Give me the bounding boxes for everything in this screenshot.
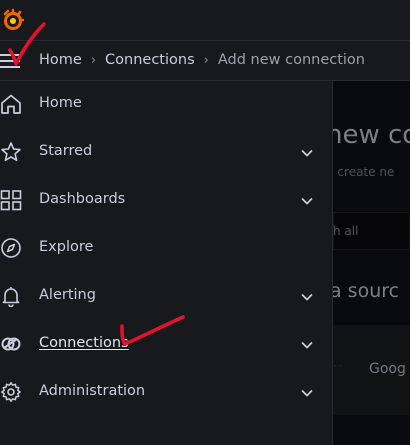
nav-label-administration: Administration [39, 383, 146, 399]
nav-item-starred[interactable]: Starred [0, 129, 333, 177]
star-icon [1, 142, 21, 162]
breadcrumb: Home › Connections › Add new connection [39, 52, 365, 68]
chevron-down-icon[interactable] [300, 290, 314, 304]
nav-item-home[interactable]: Home [0, 81, 333, 129]
menu-backdrop-overlay[interactable] [333, 81, 410, 445]
breadcrumb-current: Add new connection [217, 52, 365, 68]
link-icon [1, 337, 21, 351]
chevron-down-icon[interactable] [300, 146, 314, 160]
gear-icon [1, 382, 21, 402]
nav-item-administration[interactable]: Administration [0, 369, 333, 417]
breadcrumb-separator-icon: › [203, 52, 209, 68]
nav-label-dashboards: Dashboards [39, 191, 126, 207]
home-icon [1, 94, 21, 114]
nav-label-home: Home [39, 95, 82, 111]
compass-icon [1, 238, 21, 258]
nav-label-alerting: Alerting [39, 287, 96, 303]
side-menu: Home Starred Dashboards Explore Alerting… [0, 81, 333, 445]
nav-label-starred: Starred [39, 143, 93, 159]
chevron-down-icon[interactable] [300, 386, 314, 400]
nav-label-explore: Explore [39, 239, 94, 255]
breadcrumb-connections[interactable]: Connections [105, 52, 195, 68]
chevron-down-icon[interactable] [300, 338, 314, 352]
annotation-checkmark [120, 315, 185, 346]
bell-icon [2, 287, 20, 307]
top-bar [0, 0, 410, 40]
breadcrumb-separator-icon: › [90, 52, 97, 68]
dashboards-grid-icon [0, 190, 22, 211]
nav-item-dashboards[interactable]: Dashboards [0, 177, 333, 225]
breadcrumb-bar: Home › Connections › Add new connection [0, 40, 410, 81]
chevron-down-icon[interactable] [300, 194, 314, 208]
nav-item-explore[interactable]: Explore [0, 225, 333, 273]
annotation-checkmark [8, 22, 46, 66]
